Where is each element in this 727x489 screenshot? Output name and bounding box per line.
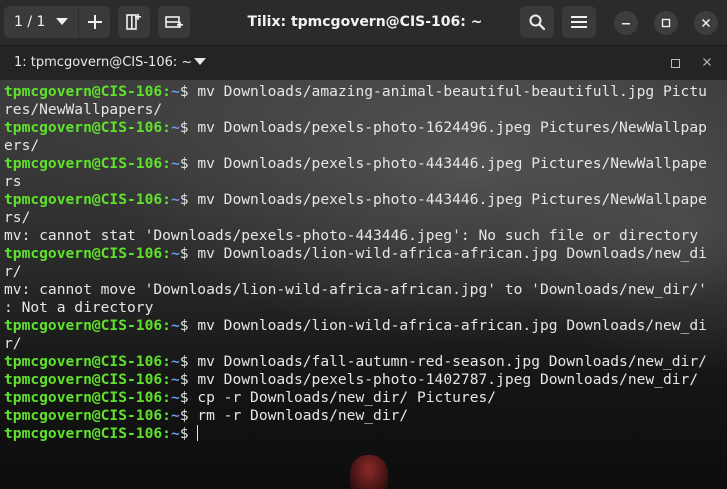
session-switcher-button[interactable]: 1 / 1: [4, 6, 78, 38]
prompt-symbol: $: [179, 119, 189, 136]
prompt-symbol: $: [179, 389, 189, 406]
text-cursor: [196, 425, 198, 441]
prompt-line: tpmcgovern@CIS-106:~$ mv Downloads/amazi…: [4, 83, 727, 101]
prompt-path: ~: [170, 425, 180, 442]
prompt-path: ~: [170, 155, 180, 172]
prompt-user: tpmcgovern@CIS-106:: [4, 119, 171, 136]
prompt-symbol: $: [179, 155, 189, 172]
close-icon: [701, 18, 711, 28]
prompt-path: ~: [170, 389, 180, 406]
split-down-icon: [165, 16, 183, 28]
terminal-titlebar: 1: tpmcgovern@CIS-106: ~: [0, 46, 727, 80]
prompt-symbol: $: [179, 353, 189, 370]
prompt-line: tpmcgovern@CIS-106:~$ mv Downloads/pexel…: [4, 191, 727, 209]
prompt-path: ~: [170, 407, 180, 424]
window-title: Tilix: tpmcgovern@CIS-106: ~: [247, 14, 483, 30]
prompt-path: ~: [170, 317, 180, 334]
maximize-button[interactable]: [654, 11, 678, 35]
prompt-user: tpmcgovern@CIS-106:: [4, 317, 171, 334]
terminal-maximize-button[interactable]: [671, 59, 680, 68]
command-text: mv Downloads/pexels-photo-1402787.jpeg D…: [188, 371, 699, 388]
add-terminal-right-button[interactable]: [118, 6, 150, 38]
add-session-button[interactable]: [78, 6, 110, 38]
command-text: mv Downloads/pexels-photo-443446.jpeg Pi…: [188, 155, 707, 172]
terminal-title[interactable]: 1: tpmcgovern@CIS-106: ~: [14, 46, 192, 80]
prompt-user: tpmcgovern@CIS-106:: [4, 389, 171, 406]
hamburger-menu-icon: [571, 16, 587, 28]
close-button[interactable]: [694, 11, 718, 35]
prompt-symbol: $: [179, 407, 189, 424]
maximize-icon: [661, 18, 671, 28]
command-text: mv Downloads/amazing-animal-beautiful-be…: [188, 83, 707, 100]
prompt-path: ~: [170, 371, 180, 388]
prompt-line: tpmcgovern@CIS-106:~$ mv Downloads/pexel…: [4, 155, 727, 173]
output-line: mv: cannot move 'Downloads/lion-wild-afr…: [4, 281, 707, 298]
minimize-icon: [622, 23, 630, 25]
prompt-user: tpmcgovern@CIS-106:: [4, 245, 171, 262]
background-image: [350, 455, 388, 489]
command-text: mv Downloads/lion-wild-africa-african.jp…: [188, 317, 707, 334]
prompt-symbol: $: [179, 245, 189, 262]
output-line: res/NewWallpapers/: [4, 101, 163, 118]
header-bar: 1 / 1 Tilix: tpmcgovern@CIS-106: ~: [0, 0, 727, 46]
tilix-window: 1 / 1 Tilix: tpmcgovern@CIS-106: ~ 1: tp…: [0, 0, 727, 489]
command-text: mv Downloads/pexels-photo-1624496.jpeg P…: [188, 119, 707, 136]
prompt-path: ~: [170, 119, 180, 136]
prompt-symbol: $: [179, 371, 189, 388]
command-text: rm -r Downloads/new_dir/: [188, 407, 409, 424]
prompt-path: ~: [170, 191, 180, 208]
prompt-line: tpmcgovern@CIS-106:~$ mv Downloads/pexel…: [4, 371, 727, 389]
output-line: rs: [4, 173, 22, 190]
output-line: mv: cannot stat 'Downloads/pexels-photo-…: [4, 227, 699, 244]
terminal-output[interactable]: tpmcgovern@CIS-106:~$ mv Downloads/amazi…: [0, 80, 727, 489]
prompt-line: tpmcgovern@CIS-106:~$ mv Downloads/fall-…: [4, 353, 727, 371]
search-button[interactable]: [520, 6, 554, 38]
prompt-path: ~: [170, 353, 180, 370]
output-line: : Not a directory: [4, 299, 154, 316]
terminal-close-button[interactable]: [703, 55, 711, 71]
command-text: cp -r Downloads/new_dir/ Pictures/: [188, 389, 497, 406]
output-line: rs/: [4, 209, 31, 226]
command-text: mv Downloads/lion-wild-africa-african.jp…: [188, 245, 707, 262]
prompt-user: tpmcgovern@CIS-106:: [4, 407, 171, 424]
command-text: mv Downloads/fall-autumn-red-season.jpg …: [188, 353, 707, 370]
prompt-user: tpmcgovern@CIS-106:: [4, 371, 171, 388]
chevron-down-icon: [56, 18, 68, 25]
prompt-user: tpmcgovern@CIS-106:: [4, 353, 171, 370]
chevron-down-icon[interactable]: [194, 58, 206, 66]
prompt-line: tpmcgovern@CIS-106:~$: [4, 425, 727, 443]
output-line: ers/: [4, 137, 40, 154]
prompt-path: ~: [170, 245, 180, 262]
plus-icon: [87, 15, 102, 29]
output-line: r/: [4, 335, 22, 352]
prompt-line: tpmcgovern@CIS-106:~$ mv Downloads/lion-…: [4, 245, 727, 263]
prompt-user: tpmcgovern@CIS-106:: [4, 191, 171, 208]
split-right-icon: [126, 13, 141, 30]
prompt-symbol: $: [179, 83, 189, 100]
minimize-button[interactable]: [614, 11, 638, 35]
add-terminal-down-button[interactable]: [158, 6, 190, 38]
prompt-line: tpmcgovern@CIS-106:~$ rm -r Downloads/ne…: [4, 407, 727, 425]
terminal-lines: tpmcgovern@CIS-106:~$ mv Downloads/amazi…: [4, 83, 727, 443]
prompt-line: tpmcgovern@CIS-106:~$ cp -r Downloads/ne…: [4, 389, 727, 407]
prompt-user: tpmcgovern@CIS-106:: [4, 155, 171, 172]
output-line: r/: [4, 263, 22, 280]
search-icon: [529, 14, 545, 30]
prompt-symbol: $: [179, 317, 189, 334]
prompt-path: ~: [170, 83, 180, 100]
command-text: mv Downloads/pexels-photo-443446.jpeg Pi…: [188, 191, 707, 208]
prompt-symbol: $: [179, 425, 189, 442]
prompt-user: tpmcgovern@CIS-106:: [4, 425, 171, 442]
prompt-user: tpmcgovern@CIS-106:: [4, 83, 171, 100]
prompt-line: tpmcgovern@CIS-106:~$ mv Downloads/pexel…: [4, 119, 727, 137]
close-icon: [703, 58, 711, 66]
session-counter: 1 / 1: [14, 14, 46, 30]
main-menu-button[interactable]: [562, 6, 596, 38]
prompt-symbol: $: [179, 191, 189, 208]
prompt-line: tpmcgovern@CIS-106:~$ mv Downloads/lion-…: [4, 317, 727, 335]
